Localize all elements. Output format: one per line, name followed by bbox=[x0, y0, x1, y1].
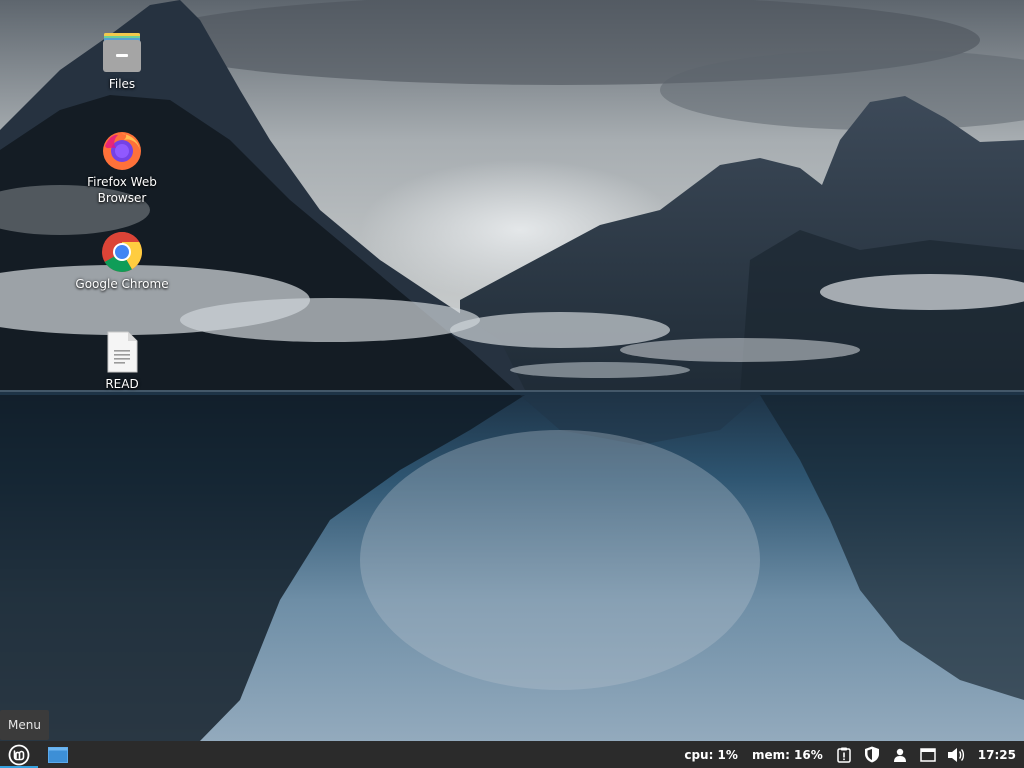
shield-icon bbox=[864, 746, 879, 763]
desktop-icon-firefox[interactable]: Firefox Web Browser bbox=[67, 128, 177, 206]
mint-logo-icon bbox=[8, 744, 30, 765]
tray-volume[interactable] bbox=[942, 741, 970, 768]
taskbar-panel: cpu: 1% mem: 16% 17:25 bbox=[0, 741, 1024, 768]
cpu-usage: cpu: 1% bbox=[684, 747, 738, 762]
firefox-icon bbox=[103, 132, 141, 170]
desktop-icon-label: Files bbox=[108, 77, 136, 91]
show-desktop-button[interactable] bbox=[38, 741, 78, 768]
tray-notification[interactable] bbox=[830, 741, 858, 768]
menu-button[interactable] bbox=[0, 741, 38, 768]
desktop-icon-label: Google Chrome bbox=[75, 277, 169, 291]
desktop-icon-files[interactable]: Files bbox=[67, 30, 177, 92]
chrome-icon bbox=[102, 232, 142, 272]
desktop-icon bbox=[48, 746, 68, 763]
volume-icon bbox=[947, 747, 964, 762]
text-file-icon bbox=[107, 331, 138, 373]
user-icon bbox=[893, 748, 906, 762]
tray-security[interactable] bbox=[858, 741, 886, 768]
desktop-icon-chrome[interactable]: Google Chrome bbox=[67, 230, 177, 292]
tray-network[interactable] bbox=[914, 741, 942, 768]
menu-tooltip: Menu bbox=[0, 710, 49, 740]
notification-icon bbox=[837, 747, 851, 763]
clock[interactable]: 17:25 bbox=[970, 748, 1024, 762]
desktop-icon-label: READ bbox=[105, 377, 139, 391]
tray-user[interactable] bbox=[886, 741, 914, 768]
network-icon bbox=[920, 747, 936, 762]
memory-usage: mem: 16% bbox=[751, 747, 823, 762]
desktop-icon-read[interactable]: READ bbox=[67, 330, 177, 392]
folder-icon bbox=[103, 33, 141, 72]
desktop-icon-label: Firefox Web Browser bbox=[87, 175, 157, 205]
